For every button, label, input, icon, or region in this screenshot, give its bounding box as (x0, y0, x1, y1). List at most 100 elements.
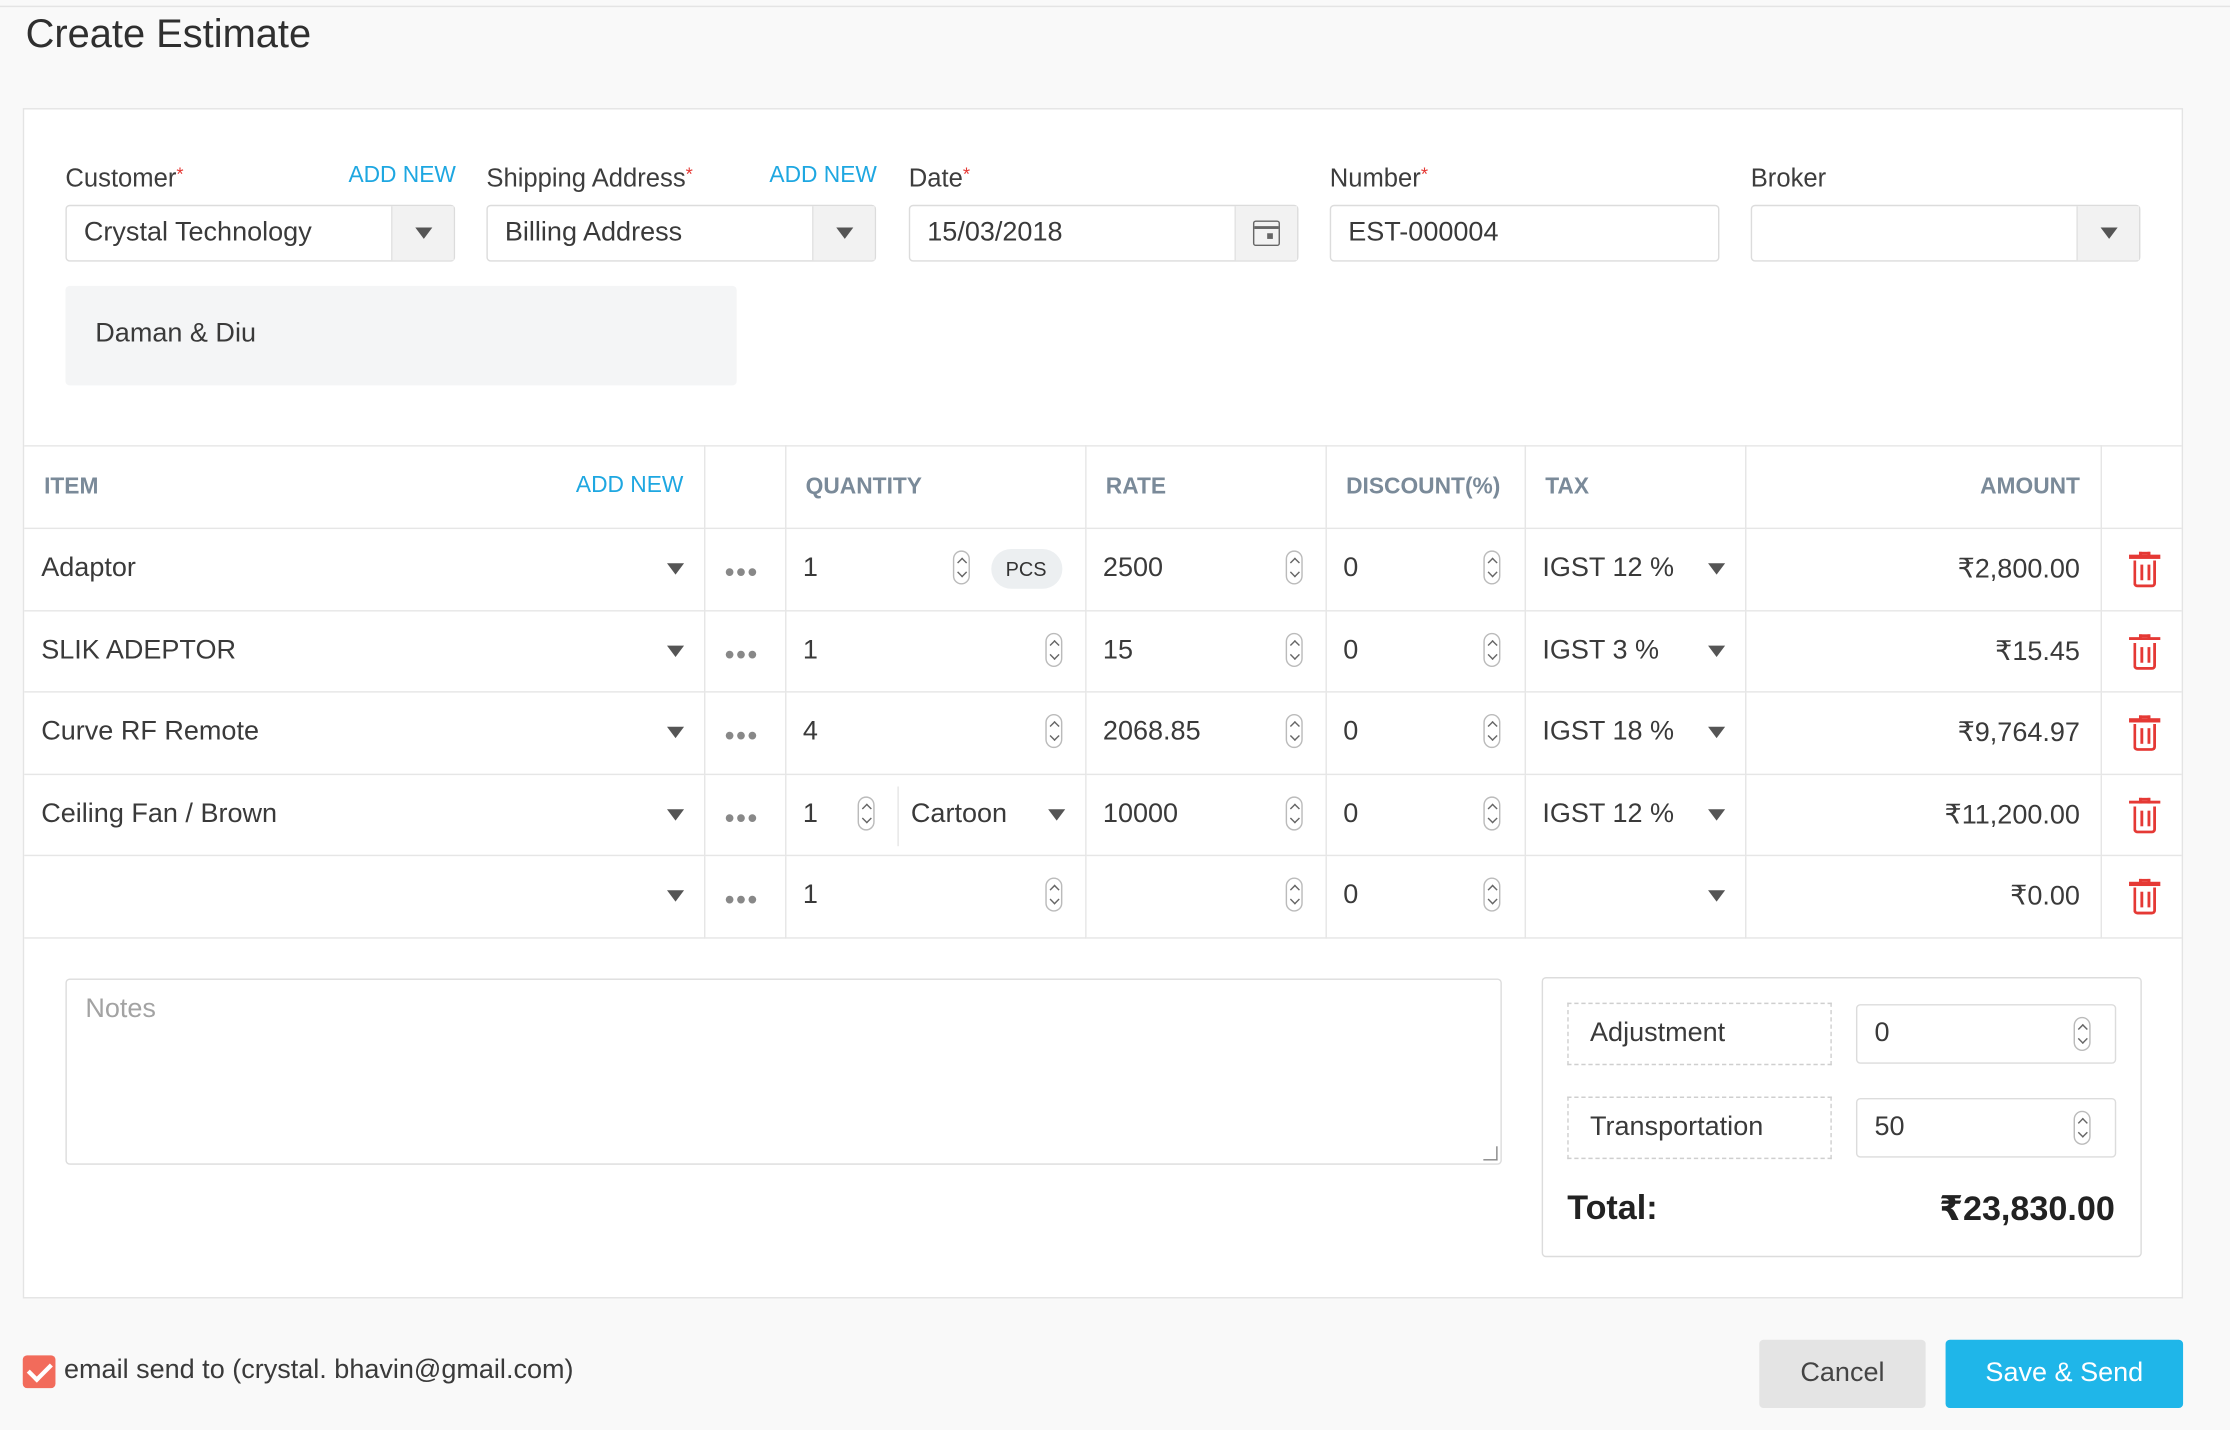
resize-handle-icon[interactable] (1483, 1146, 1498, 1161)
spinner-icon[interactable] (1284, 795, 1303, 830)
spinner-icon[interactable] (1482, 550, 1500, 585)
rate-input[interactable]: 10000 (1084, 772, 1327, 857)
chevron-down-icon (666, 726, 684, 739)
item-more-button[interactable]: ••• (703, 691, 786, 775)
transportation-label[interactable]: Transportation (1567, 1096, 1832, 1160)
shipping-address-label: Shipping Address* (486, 163, 693, 192)
spinner-icon[interactable] (1044, 877, 1062, 912)
item-select[interactable]: Curve RF Remote (24, 691, 705, 775)
tax-select[interactable]: IGST 3 % (1523, 609, 1746, 693)
item-select[interactable]: SLIK ADEPTOR (24, 609, 705, 693)
item-more-button[interactable]: ••• (703, 527, 786, 611)
quantity-stepper[interactable]: 1 Cartoon (784, 772, 1086, 857)
item-select[interactable] (24, 854, 705, 938)
delete-row-button[interactable] (2099, 527, 2182, 611)
adjustment-value: 0 (1874, 1018, 1890, 1049)
more-icon: ••• (724, 639, 759, 671)
delete-row-button[interactable] (2099, 691, 2182, 775)
quantity-stepper[interactable]: 1 PCS (784, 527, 1086, 611)
delete-row-button[interactable] (2099, 772, 2182, 857)
discount-input[interactable]: 0 (1324, 772, 1526, 857)
spinner-icon[interactable] (1044, 713, 1062, 749)
header-actions (2099, 445, 2182, 530)
customer-dropdown-toggle[interactable] (391, 206, 454, 261)
transportation-input[interactable]: 50 (1855, 1097, 2117, 1158)
spinner-icon[interactable] (1482, 877, 1500, 912)
rate-input[interactable]: 2068.85 (1084, 691, 1327, 775)
discount-input[interactable]: 0 (1324, 691, 1526, 775)
more-icon: ••• (724, 721, 759, 753)
tax-select[interactable]: IGST 12 % (1523, 527, 1746, 611)
item-more-button[interactable]: ••• (703, 609, 786, 693)
date-input[interactable]: 15/03/2018 (908, 204, 1299, 262)
chevron-down-icon (1707, 890, 1725, 902)
page-title: Create Estimate (25, 11, 312, 56)
header-amount: AMOUNT (1744, 445, 2102, 530)
amount-cell: ₹2,800.00 (1744, 527, 2102, 611)
spinner-icon[interactable] (952, 550, 970, 585)
chevron-down-icon (836, 227, 854, 239)
place-of-supply: Daman & Diu (65, 285, 737, 386)
rate-input[interactable] (1084, 854, 1327, 938)
customer-label: Customer* (65, 163, 184, 192)
calendar-icon (1252, 220, 1280, 247)
cancel-button[interactable]: Cancel (1759, 1339, 1926, 1408)
shipping-add-new-link[interactable]: ADD NEW (769, 164, 876, 190)
tax-select[interactable] (1523, 854, 1746, 938)
rate-input[interactable]: 2500 (1084, 527, 1327, 611)
spinner-icon[interactable] (1482, 795, 1500, 830)
discount-input[interactable]: 0 (1324, 527, 1526, 611)
discount-input[interactable]: 0 (1324, 854, 1526, 938)
item-add-new-link[interactable]: ADD NEW (576, 474, 683, 500)
spinner-icon[interactable] (1284, 550, 1303, 585)
rate-input[interactable]: 15 (1084, 609, 1327, 693)
spinner-icon[interactable] (856, 795, 874, 830)
quantity-stepper[interactable]: 1 (784, 609, 1086, 693)
notes-textarea[interactable]: Notes (65, 978, 1502, 1165)
more-icon: ••• (724, 802, 759, 835)
spinner-icon[interactable] (1482, 632, 1500, 667)
spinner-icon[interactable] (1284, 713, 1303, 749)
tax-select[interactable]: IGST 18 % (1523, 691, 1746, 775)
shipping-address-select[interactable]: Billing Address (486, 204, 877, 262)
adjustment-label[interactable]: Adjustment (1567, 1002, 1832, 1066)
customer-select[interactable]: Crystal Technology (65, 204, 456, 262)
tax-select[interactable]: IGST 12 % (1523, 772, 1746, 857)
discount-input[interactable]: 0 (1324, 609, 1526, 693)
shipping-dropdown-toggle[interactable] (812, 206, 875, 261)
unit-select[interactable]: Cartoon (911, 799, 1007, 830)
amount-cell: ₹11,200.00 (1744, 772, 2102, 857)
item-more-button[interactable]: ••• (703, 772, 786, 857)
customer-add-new-link[interactable]: ADD NEW (348, 164, 455, 190)
spinner-icon[interactable] (1482, 713, 1500, 749)
chevron-down-icon (415, 227, 433, 239)
date-picker-button[interactable] (1234, 206, 1298, 261)
chevron-down-icon (666, 890, 684, 902)
spinner-icon[interactable] (2073, 1016, 2091, 1052)
delete-row-button[interactable] (2099, 854, 2182, 938)
delete-row-button[interactable] (2099, 609, 2182, 693)
spinner-icon[interactable] (2073, 1110, 2091, 1145)
email-send-checkbox[interactable] (22, 1355, 56, 1389)
item-select[interactable]: Ceiling Fan / Brown (24, 772, 705, 857)
adjustment-input[interactable]: 0 (1855, 1004, 2117, 1064)
spinner-icon[interactable] (1284, 877, 1303, 912)
amount-cell: ₹15.45 (1744, 609, 2102, 693)
broker-select[interactable] (1750, 204, 2141, 262)
email-send-label: email send to (crystal. bhavin@gmail.com… (63, 1355, 574, 1386)
chevron-down-icon (1047, 808, 1065, 820)
item-more-button[interactable]: ••• (703, 854, 786, 938)
spinner-icon[interactable] (1284, 632, 1303, 667)
item-select[interactable]: Adaptor (24, 527, 705, 611)
broker-dropdown-toggle[interactable] (2076, 206, 2139, 261)
spinner-icon[interactable] (1044, 632, 1062, 667)
more-icon: ••• (724, 557, 759, 589)
total-value: ₹23,830.00 (1939, 1190, 2115, 1229)
trash-icon (2128, 633, 2160, 671)
place-of-supply-value: Daman & Diu (95, 318, 256, 349)
quantity-stepper[interactable]: 1 (784, 854, 1086, 938)
trash-icon (2128, 797, 2160, 834)
quantity-stepper[interactable]: 4 (784, 691, 1086, 775)
number-input[interactable]: EST-000004 (1329, 204, 1720, 262)
save-send-button[interactable]: Save & Send (1945, 1339, 2184, 1408)
